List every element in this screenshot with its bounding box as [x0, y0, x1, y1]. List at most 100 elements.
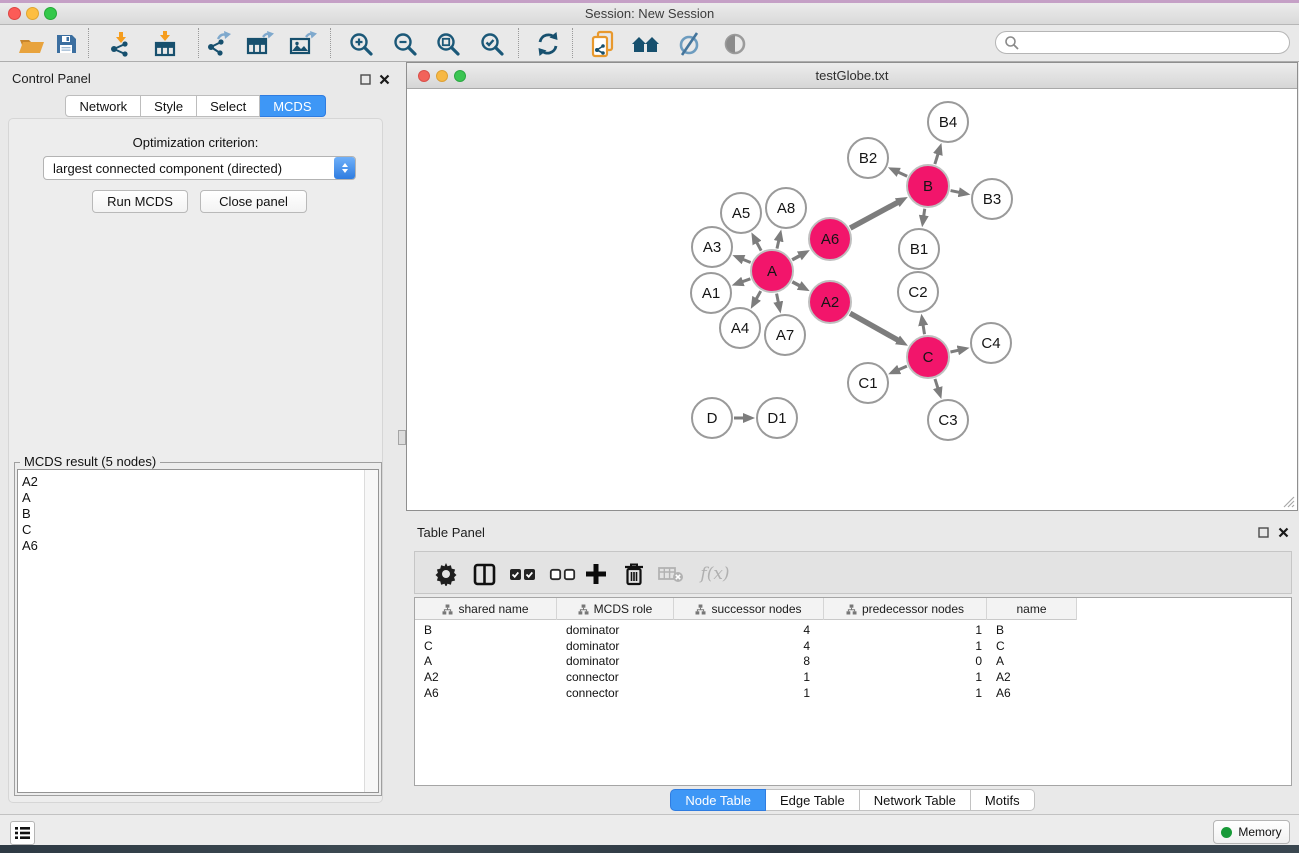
- edge-A-A1[interactable]: [742, 279, 750, 282]
- edge-B-B2[interactable]: [898, 172, 907, 176]
- graph-node-A6[interactable]: A6: [808, 217, 852, 261]
- float-panel-icon[interactable]: [358, 72, 372, 86]
- network-window-titlebar[interactable]: testGlobe.txt: [407, 63, 1297, 89]
- delete-table-icon[interactable]: [656, 559, 686, 589]
- tab-network[interactable]: Network: [65, 95, 141, 117]
- cell[interactable]: 1: [824, 670, 987, 686]
- graph-node-A5[interactable]: A5: [720, 192, 762, 234]
- table-row[interactable]: A2connector11A2: [415, 670, 1077, 686]
- node-table[interactable]: shared nameMCDS rolesuccessor nodesprede…: [414, 597, 1292, 786]
- edge-C-C3[interactable]: [935, 379, 938, 389]
- edge-A-A8[interactable]: [777, 240, 779, 248]
- edge-A-A6[interactable]: [792, 255, 800, 259]
- graph-node-A7[interactable]: A7: [764, 314, 806, 356]
- cell[interactable]: C: [415, 639, 557, 655]
- net-minimize-light[interactable]: [436, 70, 448, 82]
- cell[interactable]: C: [987, 639, 1077, 655]
- mcds-result-item[interactable]: A6: [22, 538, 378, 554]
- edge-A-A4[interactable]: [756, 291, 761, 299]
- net-zoom-light[interactable]: [454, 70, 466, 82]
- table-header-row[interactable]: shared nameMCDS rolesuccessor nodesprede…: [415, 598, 1077, 620]
- graph-node-A8[interactable]: A8: [765, 187, 807, 229]
- export-table-icon[interactable]: [245, 29, 275, 59]
- show-all-columns-icon[interactable]: [507, 559, 537, 589]
- mcds-result-item[interactable]: A: [22, 490, 378, 506]
- graph-node-C2[interactable]: C2: [897, 271, 939, 313]
- edge-B-B1[interactable]: [924, 209, 925, 217]
- cell[interactable]: 1: [824, 623, 987, 639]
- graph-node-A1[interactable]: A1: [690, 272, 732, 314]
- graph-node-B4[interactable]: B4: [927, 101, 969, 143]
- split-view-columns-icon[interactable]: [469, 559, 499, 589]
- edge-C-C1[interactable]: [898, 366, 907, 370]
- zoom-selected-icon[interactable]: [477, 29, 507, 59]
- graph-node-C3[interactable]: C3: [927, 399, 969, 441]
- cell[interactable]: A6: [415, 686, 557, 702]
- cell[interactable]: connector: [557, 670, 674, 686]
- graph-node-B2[interactable]: B2: [847, 137, 889, 179]
- table-row[interactable]: A6connector11A6: [415, 686, 1077, 702]
- cell[interactable]: 1: [824, 686, 987, 702]
- refresh-icon[interactable]: [533, 29, 563, 59]
- graph-node-A3[interactable]: A3: [691, 226, 733, 268]
- cell[interactable]: A6: [987, 686, 1077, 702]
- cell[interactable]: 4: [674, 639, 824, 655]
- zoom-in-icon[interactable]: [346, 29, 376, 59]
- cell[interactable]: 4: [674, 623, 824, 639]
- memory-button[interactable]: Memory: [1213, 820, 1290, 844]
- cell[interactable]: B: [987, 623, 1077, 639]
- search-input[interactable]: [995, 31, 1290, 54]
- close-window-light[interactable]: [8, 7, 21, 20]
- cell[interactable]: A2: [987, 670, 1077, 686]
- tab-select[interactable]: Select: [197, 95, 260, 117]
- graph-node-B3[interactable]: B3: [971, 178, 1013, 220]
- graphics-details-icon[interactable]: [675, 29, 705, 59]
- tab-mcds[interactable]: MCDS: [260, 95, 325, 117]
- edge-A-A7[interactable]: [777, 294, 779, 303]
- zoom-window-light[interactable]: [44, 7, 57, 20]
- panel-divider-grip[interactable]: [398, 430, 406, 445]
- run-mcds-button[interactable]: Run MCDS: [92, 190, 188, 213]
- edge-C-C4[interactable]: [950, 350, 958, 352]
- first-neighbors-icon[interactable]: [631, 29, 661, 59]
- delete-column-trash-icon[interactable]: [619, 559, 649, 589]
- mcds-result-list[interactable]: A2ABCA6: [17, 469, 379, 793]
- show-hide-eye-icon[interactable]: [720, 29, 750, 59]
- cell[interactable]: 1: [674, 670, 824, 686]
- cell[interactable]: 0: [824, 654, 987, 670]
- graph-node-C1[interactable]: C1: [847, 362, 889, 404]
- import-network-icon[interactable]: [105, 29, 135, 59]
- close-panel-button[interactable]: Close panel: [200, 190, 307, 213]
- export-network-icon[interactable]: [203, 29, 233, 59]
- column-header-name[interactable]: name: [987, 598, 1077, 620]
- edge-A-A3[interactable]: [743, 259, 751, 262]
- tab-motifs[interactable]: Motifs: [971, 789, 1035, 811]
- export-image-icon[interactable]: [288, 29, 318, 59]
- network-canvas[interactable]: B4B2BB3A5A8A6A3B1AA1C2A2A4A7C4CC1C3DD1: [407, 89, 1297, 510]
- table-row[interactable]: Cdominator41C: [415, 639, 1077, 655]
- tab-style[interactable]: Style: [141, 95, 197, 117]
- settings-gear-icon[interactable]: [431, 559, 461, 589]
- cell[interactable]: connector: [557, 686, 674, 702]
- edge-B-B3[interactable]: [951, 191, 960, 193]
- graph-node-B1[interactable]: B1: [898, 228, 940, 270]
- table-close-panel-icon[interactable]: [1276, 525, 1290, 539]
- table-float-panel-icon[interactable]: [1256, 525, 1270, 539]
- cell[interactable]: dominator: [557, 639, 674, 655]
- graph-node-A[interactable]: A: [750, 249, 794, 293]
- mcds-list-scrollbar[interactable]: [364, 470, 378, 792]
- add-column-icon[interactable]: [581, 559, 611, 589]
- graph-node-C[interactable]: C: [906, 335, 950, 379]
- edge-C-C2[interactable]: [923, 325, 924, 335]
- cell[interactable]: A: [987, 654, 1077, 670]
- tab-edge-table[interactable]: Edge Table: [766, 789, 860, 811]
- edge-A6-B[interactable]: [850, 202, 898, 228]
- tab-network-table[interactable]: Network Table: [860, 789, 971, 811]
- table-row[interactable]: Bdominator41B: [415, 623, 1077, 639]
- hide-all-columns-icon[interactable]: [547, 559, 577, 589]
- cell[interactable]: 8: [674, 654, 824, 670]
- open-session-icon[interactable]: [16, 29, 46, 59]
- new-network-from-selection-icon[interactable]: [588, 29, 618, 59]
- column-header-MCDS-role[interactable]: MCDS role: [557, 598, 674, 620]
- cell[interactable]: dominator: [557, 654, 674, 670]
